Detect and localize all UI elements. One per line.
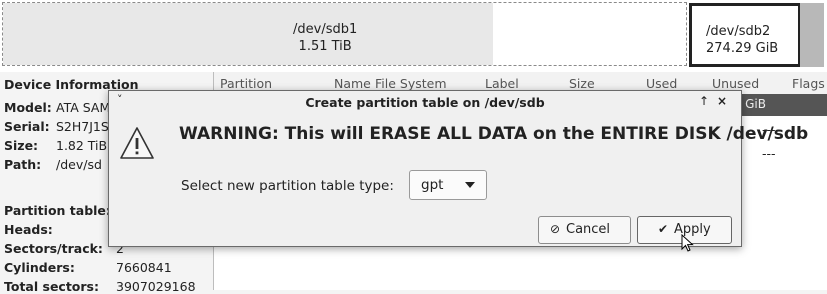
- info-key: Heads:: [4, 222, 53, 237]
- chevron-down-icon: [465, 182, 475, 188]
- info-key: Size:: [4, 138, 39, 153]
- partition-map: /dev/sdb1 1.51 TiB /dev/sdb2 274.29 GiB: [0, 0, 827, 72]
- partition-sdb2-size: 274.29 GiB: [706, 41, 779, 56]
- partition-sdb2-name: /dev/sdb2: [706, 24, 771, 39]
- partition-sdb1-label: /dev/sdb1 1.51 TiB: [293, 21, 357, 55]
- warning-message: WARNING: This will ERASE ALL DATA on the…: [179, 124, 809, 144]
- info-value: 7660841: [116, 260, 172, 275]
- info-key: Model:: [4, 100, 52, 115]
- info-key: Partition table:: [4, 203, 111, 218]
- cancel-button-label: Cancel: [566, 222, 611, 237]
- info-key: Sectors/track:: [4, 241, 103, 256]
- checkmark-icon: ✔: [658, 222, 669, 236]
- column-header-partition[interactable]: Partition: [220, 76, 272, 91]
- info-value: ATA SAM: [56, 100, 111, 115]
- table-type-value: gpt: [421, 177, 444, 193]
- partition-sdb2-label: /dev/sdb2 274.29 GiB: [706, 23, 778, 57]
- cancel-button[interactable]: ⊘ Cancel: [538, 216, 631, 244]
- partition-sdb1-unused-area: [493, 3, 686, 65]
- cancel-icon: ⊘: [550, 222, 561, 236]
- cell-unused: ---: [762, 146, 776, 161]
- partition-map-tail: [800, 3, 824, 67]
- info-value: 3907029168: [116, 279, 196, 294]
- column-header-size[interactable]: Size: [569, 76, 595, 91]
- column-header-flags[interactable]: Flags: [792, 76, 825, 91]
- keep-above-icon[interactable]: ↑: [699, 94, 709, 108]
- info-value: S2H7J1S: [56, 119, 109, 134]
- column-header-used[interactable]: Used: [646, 76, 677, 91]
- dialog-titlebar[interactable]: ˅ Create partition table on /dev/sdb ↑ ×: [109, 91, 741, 113]
- info-key: Serial:: [4, 119, 50, 134]
- info-value: /dev/sd: [56, 157, 102, 172]
- info-row-total-sectors: Total sectors: 3907029168: [4, 279, 209, 294]
- column-header-label[interactable]: Label: [485, 76, 519, 91]
- dialog-title: Create partition table on /dev/sdb: [305, 95, 545, 110]
- column-header-unused[interactable]: Unused: [712, 76, 759, 91]
- partition-sdb1-size: 1.51 TiB: [298, 39, 352, 54]
- partition-sdb1-block[interactable]: /dev/sdb1 1.51 TiB: [2, 2, 687, 66]
- create-partition-table-dialog: ˅ Create partition table on /dev/sdb ↑ ×…: [108, 90, 808, 252]
- partition-sdb1-name: /dev/sdb1: [293, 22, 358, 37]
- mouse-cursor-icon: [681, 234, 694, 252]
- table-type-dropdown[interactable]: gpt: [409, 170, 487, 200]
- info-value: 1.82 TiB: [56, 138, 108, 153]
- column-header-name[interactable]: Name: [334, 76, 371, 91]
- warning-icon: [120, 127, 154, 159]
- column-header-file-system[interactable]: File System: [375, 76, 447, 91]
- partition-sdb2-block[interactable]: /dev/sdb2 274.29 GiB: [689, 3, 801, 67]
- info-row-cylinders: Cylinders: 7660841: [4, 260, 209, 275]
- partition-sdb1-used-fill: [3, 3, 493, 65]
- info-key: Path:: [4, 157, 42, 172]
- info-key: Total sectors:: [4, 279, 99, 294]
- table-type-label: Select new partition table type:: [181, 178, 394, 194]
- close-icon[interactable]: ×: [717, 94, 727, 108]
- info-key: Cylinders:: [4, 260, 75, 275]
